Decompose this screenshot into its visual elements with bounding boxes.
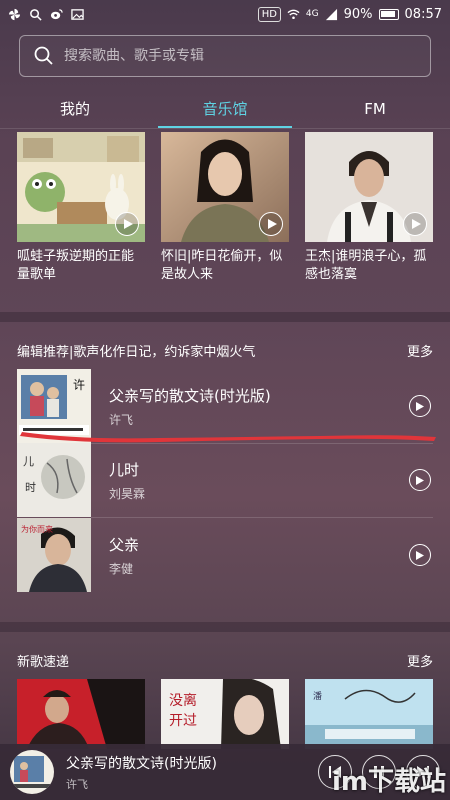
play-icon[interactable] bbox=[409, 544, 431, 566]
playlist-card[interactable]: 王杰|谁明浪子心，孤感也落寞 bbox=[305, 132, 433, 288]
new-section-title: 新歌速递 bbox=[17, 655, 70, 670]
svg-text:儿: 儿 bbox=[23, 455, 34, 468]
svg-text:潘: 潘 bbox=[313, 690, 322, 702]
new-song-cover[interactable]: 潘 bbox=[305, 679, 433, 749]
playlist-title: 呱蛙子叛逆期的正能量歌单 bbox=[17, 249, 135, 282]
new-song-cover[interactable]: 没离 开过 bbox=[161, 679, 289, 749]
svg-text:开过: 开过 bbox=[169, 713, 197, 729]
play-icon[interactable] bbox=[259, 212, 283, 236]
status-bar: HD 4G 90% 08:57 bbox=[0, 0, 450, 28]
playlist-cover-frog bbox=[17, 132, 145, 242]
pinwheel-icon bbox=[8, 8, 21, 20]
playlist-title: 怀旧|昨日花偷开，似是故人来 bbox=[161, 249, 283, 282]
section-separator bbox=[0, 622, 450, 632]
svg-text:为你而来: 为你而来 bbox=[21, 524, 53, 534]
editor-section-title: 编辑推荐|歌声化作日记，约诉家中烟火气 bbox=[17, 345, 256, 360]
watermark: im下载站 bbox=[331, 767, 446, 797]
playlist-cards: 呱蛙子叛逆期的正能量歌单 怀旧|昨日花偷开，似是故人来 王杰|谁明浪子心，孤感也… bbox=[17, 132, 433, 288]
song-cover-father: 为你而来 bbox=[17, 518, 91, 592]
play-icon[interactable] bbox=[115, 212, 139, 236]
main-tabs: 我的 音乐馆 FM bbox=[0, 94, 450, 128]
hd-badge: HD bbox=[257, 6, 281, 22]
image-icon bbox=[71, 8, 84, 20]
player-song-title: 父亲写的散文诗(时光版) bbox=[66, 755, 217, 772]
svg-text:没离: 没离 bbox=[169, 692, 197, 709]
song-row[interactable]: 为你而来 父亲 李健 bbox=[17, 518, 433, 592]
play-icon[interactable] bbox=[409, 395, 431, 417]
tab-music-hall[interactable]: 音乐馆 bbox=[150, 94, 300, 128]
song-artist: 刘昊霖 bbox=[109, 486, 146, 501]
search-icon bbox=[34, 46, 53, 65]
battery-icon bbox=[378, 8, 399, 20]
weibo-icon bbox=[50, 8, 63, 19]
playlist-card[interactable]: 怀旧|昨日花偷开，似是故人来 bbox=[161, 132, 289, 288]
player-artist: 许飞 bbox=[66, 777, 88, 791]
song-title: 儿时 bbox=[109, 460, 140, 479]
clock: 08:57 bbox=[404, 6, 442, 22]
search-status-icon bbox=[30, 8, 42, 21]
song-artist: 李健 bbox=[109, 561, 134, 576]
new-songs-row: 没离 开过 潘 bbox=[17, 679, 433, 749]
song-title: 父亲写的散文诗(时光版) bbox=[109, 386, 271, 405]
search-input[interactable] bbox=[64, 48, 404, 64]
section-separator bbox=[0, 312, 450, 322]
new-song-cover[interactable] bbox=[17, 679, 145, 749]
play-icon[interactable] bbox=[409, 469, 431, 491]
network-type: 4G bbox=[305, 9, 319, 19]
song-cover-childhood: 儿 时 bbox=[17, 443, 91, 517]
playlist-title: 王杰|谁明浪子心，孤感也落寞 bbox=[305, 249, 427, 282]
song-artist: 许飞 bbox=[109, 412, 134, 427]
svg-text:许: 许 bbox=[73, 378, 85, 392]
battery-percent: 90% bbox=[343, 6, 373, 22]
tab-mine[interactable]: 我的 bbox=[0, 94, 150, 128]
wifi-icon bbox=[287, 9, 300, 19]
new-more-button[interactable]: 更多 bbox=[407, 651, 433, 670]
playlist-cover-man bbox=[305, 132, 433, 242]
playlist-cover-woman bbox=[161, 132, 289, 242]
svg-text:时: 时 bbox=[25, 481, 36, 494]
search-bar[interactable] bbox=[19, 35, 431, 77]
play-icon[interactable] bbox=[403, 212, 427, 236]
playlist-card[interactable]: 呱蛙子叛逆期的正能量歌单 bbox=[17, 132, 145, 288]
editor-more-button[interactable]: 更多 bbox=[407, 341, 433, 360]
song-row[interactable]: 儿 时 儿时 刘昊霖 bbox=[17, 443, 433, 517]
editor-section-header: 编辑推荐|歌声化作日记，约诉家中烟火气 更多 bbox=[17, 341, 433, 360]
signal-icon bbox=[325, 8, 337, 20]
song-title: 父亲 bbox=[109, 535, 140, 554]
new-section-header: 新歌速递 更多 bbox=[17, 651, 433, 670]
tab-divider bbox=[0, 128, 450, 129]
tab-fm[interactable]: FM bbox=[300, 94, 450, 128]
player-album-art bbox=[10, 750, 54, 794]
